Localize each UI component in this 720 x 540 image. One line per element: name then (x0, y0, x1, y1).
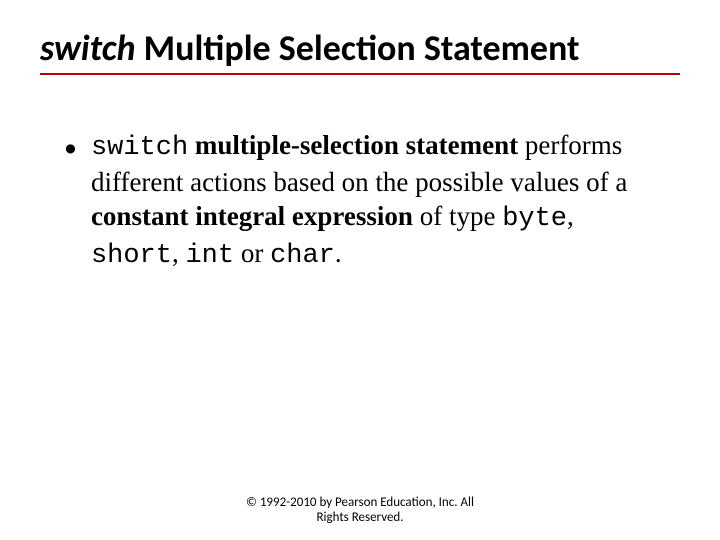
copyright-footer: © 1992-2010 by Pearson Education, Inc. A… (0, 495, 720, 526)
text-seg: of type (413, 201, 502, 231)
text-seg: . (335, 238, 342, 268)
title-keyword: switch (40, 26, 136, 70)
title-rest: Multiple Selection Statement (136, 26, 580, 70)
bullet-marker: • (64, 131, 77, 164)
code-switch: switch (91, 133, 188, 163)
title-underline (40, 73, 680, 75)
bullet-item: • switch multiple-selection statement pe… (64, 129, 680, 273)
footer-line-1: © 1992-2010 by Pearson Education, Inc. A… (0, 495, 720, 511)
text-seg (188, 130, 195, 160)
code-int: int (185, 241, 234, 271)
slide-title: switch Multiple Selection Statement (40, 28, 680, 69)
text-seg: , (172, 238, 186, 268)
slide-body: • switch multiple-selection statement pe… (40, 129, 680, 273)
slide: switch Multiple Selection Statement • sw… (0, 0, 720, 540)
code-byte: byte (502, 204, 567, 234)
bullet-text: switch multiple-selection statement perf… (91, 129, 651, 273)
bold-term-a: multiple-selection statement (195, 130, 518, 160)
footer-line-2: Rights Reserved. (0, 510, 720, 526)
code-char: char (270, 241, 335, 271)
bold-term-b: constant integral expression (91, 201, 413, 231)
code-short: short (91, 241, 172, 271)
text-seg: , (567, 201, 574, 231)
text-seg: or (234, 238, 270, 268)
